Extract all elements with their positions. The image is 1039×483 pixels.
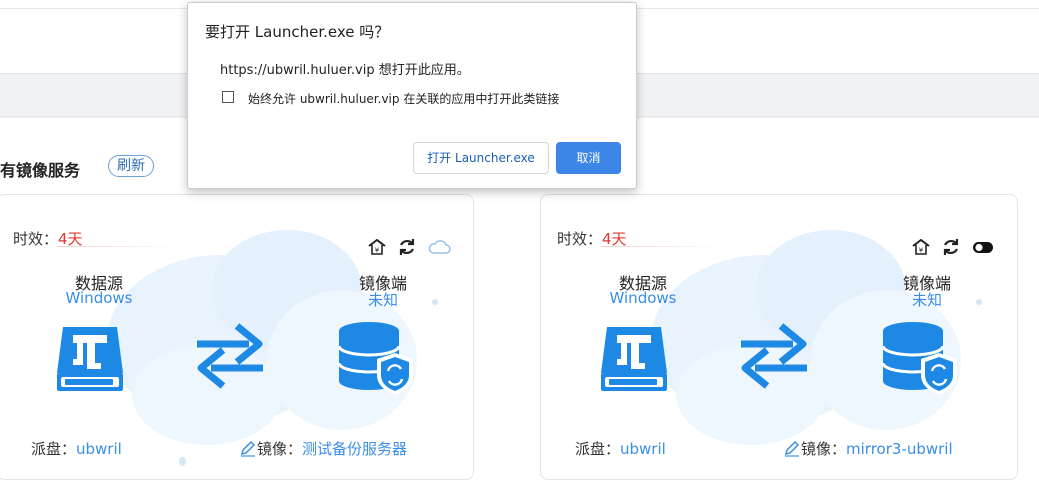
disk-value[interactable]: ubwril — [620, 440, 666, 458]
source-value: Windows — [65, 289, 133, 307]
disk-label: 派盘： — [31, 440, 77, 458]
database-shield-icon — [337, 321, 417, 401]
mirror-card: 时效：4天 ¥ 数据源 Windows 镜像端 未知 派盘：ubwril 镜像：… — [540, 194, 1018, 480]
mirror-value: 未知 — [367, 291, 398, 309]
image-info: 镜像：测试备份服务器 — [239, 438, 407, 461]
dialog-title: 要打开 Launcher.exe 吗？ — [205, 23, 390, 41]
transfer-arrows-icon — [731, 320, 817, 394]
cancel-button[interactable]: 取消 — [556, 142, 621, 174]
sync-icon[interactable] — [397, 237, 417, 257]
disk-label: 派盘： — [575, 440, 621, 458]
edit-icon[interactable] — [783, 439, 801, 461]
home-icon[interactable]: ¥ — [367, 237, 387, 257]
source-value: Windows — [609, 289, 677, 307]
mirror-value: 未知 — [911, 291, 942, 309]
image-info: 镜像：mirror3-ubwril — [783, 438, 953, 461]
open-launcher-button[interactable]: 打开 Launcher.exe — [413, 142, 549, 174]
transfer-arrows-icon — [187, 320, 273, 394]
sync-icon[interactable] — [941, 237, 961, 257]
dialog-message: https://ubwril.huluer.vip 想打开此应用。 — [220, 63, 470, 78]
validity-label: 时效： — [557, 230, 603, 248]
database-shield-icon — [881, 321, 961, 401]
cloud-icon[interactable] — [427, 237, 451, 257]
home-icon[interactable]: ¥ — [911, 237, 931, 257]
toggle-icon[interactable] — [971, 237, 995, 257]
disk-icon — [599, 325, 669, 397]
disk-icon — [55, 325, 125, 397]
image-value[interactable]: 测试备份服务器 — [302, 440, 407, 458]
image-label: 镜像： — [801, 440, 847, 458]
svg-text:¥: ¥ — [919, 247, 924, 255]
section-title: 所有镜像服务 — [0, 161, 81, 180]
edit-icon[interactable] — [239, 439, 257, 461]
disk-info: 派盘：ubwril — [575, 438, 666, 459]
disk-info: 派盘：ubwril — [31, 438, 122, 459]
refresh-button[interactable]: 刷新 — [108, 155, 154, 177]
disk-value[interactable]: ubwril — [76, 440, 122, 458]
always-allow-label[interactable]: 始终允许 ubwril.huluer.vip 在关联的应用中打开此类链接 — [248, 90, 559, 107]
image-label: 镜像： — [257, 440, 303, 458]
image-value[interactable]: mirror3-ubwril — [846, 440, 953, 458]
mirror-card: 时效：4天 ¥ 数据源 Windows 镜像端 未知 派盘：ubwril 镜像：… — [0, 194, 474, 480]
open-app-dialog: 要打开 Launcher.exe 吗？ https://ubwril.hulue… — [187, 2, 637, 189]
always-allow-checkbox[interactable] — [222, 91, 234, 103]
svg-text:¥: ¥ — [375, 247, 380, 255]
validity-label: 时效： — [13, 230, 59, 248]
